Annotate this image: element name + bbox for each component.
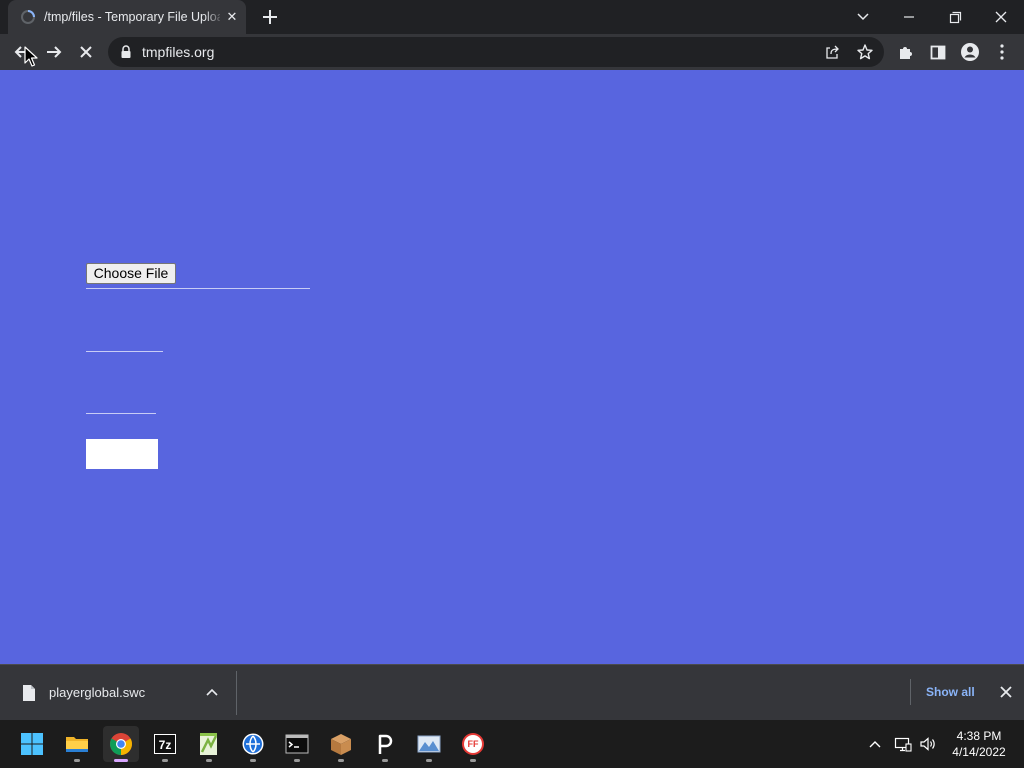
chrome-icon xyxy=(110,733,132,755)
page-content: Choose File xyxy=(0,70,1024,664)
loading-spinner-icon xyxy=(21,10,35,24)
download-shelf: playerglobal.swc Show all xyxy=(0,664,1024,720)
restore-icon[interactable] xyxy=(932,0,978,34)
taskbar-p-app[interactable] xyxy=(367,726,403,762)
tray-overflow-chevron-icon[interactable] xyxy=(866,736,884,752)
notepad-plus-icon xyxy=(200,733,218,755)
running-indicator xyxy=(294,759,300,762)
divider xyxy=(910,679,911,705)
running-indicator xyxy=(74,759,80,762)
taskbar-7zip[interactable]: 7z xyxy=(147,726,183,762)
start-icon xyxy=(21,733,43,755)
url-text[interactable]: tmpfiles.org xyxy=(142,44,214,60)
profile-avatar-icon[interactable] xyxy=(956,38,984,66)
taskbar-terminal[interactable] xyxy=(279,726,315,762)
bookmark-star-icon[interactable] xyxy=(856,43,874,61)
vpn-globe-icon xyxy=(242,733,264,755)
address-bar[interactable]: tmpfiles.org xyxy=(108,37,884,67)
package-box-icon xyxy=(331,734,351,755)
running-indicator xyxy=(426,759,432,762)
svg-text:7z: 7z xyxy=(159,738,172,752)
mouse-cursor-icon xyxy=(24,46,38,67)
p-app-icon xyxy=(378,734,393,754)
browser-toolbar: tmpfiles.org xyxy=(0,34,1024,70)
image-viewer-icon xyxy=(417,735,441,753)
active-indicator xyxy=(114,759,128,762)
terminal-icon xyxy=(285,734,309,754)
ffdec-icon: FF xyxy=(462,733,484,755)
tab-strip: /tmp/files - Temporary File Uploader ✕ xyxy=(0,0,1024,34)
tab-title-fade xyxy=(204,6,224,28)
field-underline xyxy=(86,413,156,414)
share-icon[interactable] xyxy=(824,44,840,60)
running-indicator xyxy=(382,759,388,762)
minimize-icon[interactable] xyxy=(886,0,932,34)
field-underline xyxy=(86,351,163,352)
svg-text:FF: FF xyxy=(468,739,479,749)
system-clock[interactable]: 4:38 PM 4/14/2022 xyxy=(944,728,1014,760)
tab-close-icon[interactable]: ✕ xyxy=(224,9,240,25)
volume-icon[interactable] xyxy=(919,735,937,753)
download-item[interactable]: playerglobal.swc xyxy=(8,673,228,713)
start-button[interactable] xyxy=(14,726,50,762)
new-tab-icon[interactable] xyxy=(259,6,281,28)
running-indicator xyxy=(206,759,212,762)
tab-title: /tmp/files - Temporary File Uploader xyxy=(44,10,220,24)
clock-time: 4:38 PM xyxy=(956,729,1002,743)
kebab-menu-icon[interactable] xyxy=(988,38,1016,66)
file-icon xyxy=(23,685,35,701)
extensions-puzzle-icon[interactable] xyxy=(892,38,920,66)
7zip-icon: 7z xyxy=(154,734,176,754)
network-icon[interactable] xyxy=(894,735,912,753)
browser-tab[interactable]: /tmp/files - Temporary File Uploader ✕ xyxy=(8,0,246,34)
running-indicator xyxy=(338,759,344,762)
taskbar-notepad-plus[interactable] xyxy=(191,726,227,762)
running-indicator xyxy=(250,759,256,762)
choose-file-button[interactable]: Choose File xyxy=(86,263,176,284)
chevron-up-icon[interactable] xyxy=(204,685,220,701)
side-panel-icon[interactable] xyxy=(924,38,952,66)
taskbar-vpn[interactable] xyxy=(235,726,271,762)
upload-button[interactable] xyxy=(86,439,158,469)
clock-date: 4/14/2022 xyxy=(952,745,1006,759)
tab-search-chevron-icon[interactable] xyxy=(840,0,886,34)
show-all-button[interactable]: Show all xyxy=(926,684,975,700)
file-explorer-icon xyxy=(66,737,88,752)
file-input-underline xyxy=(86,288,310,289)
running-indicator xyxy=(470,759,476,762)
stop-loading-icon[interactable] xyxy=(72,38,100,66)
taskbar: 7z FF 4:38 PM 4/14/2022 xyxy=(0,720,1024,768)
lock-icon[interactable] xyxy=(120,45,132,59)
taskbar-ffdec[interactable]: FF xyxy=(455,726,491,762)
download-filename: playerglobal.swc xyxy=(49,685,146,700)
taskbar-image-viewer[interactable] xyxy=(411,726,447,762)
taskbar-file-explorer[interactable] xyxy=(59,726,95,762)
window-close-icon[interactable] xyxy=(978,0,1024,34)
divider xyxy=(236,671,237,715)
forward-arrow-icon[interactable] xyxy=(40,38,68,66)
taskbar-package[interactable] xyxy=(323,726,359,762)
taskbar-chrome[interactable] xyxy=(103,726,139,762)
close-shelf-icon[interactable] xyxy=(998,684,1014,700)
running-indicator xyxy=(162,759,168,762)
